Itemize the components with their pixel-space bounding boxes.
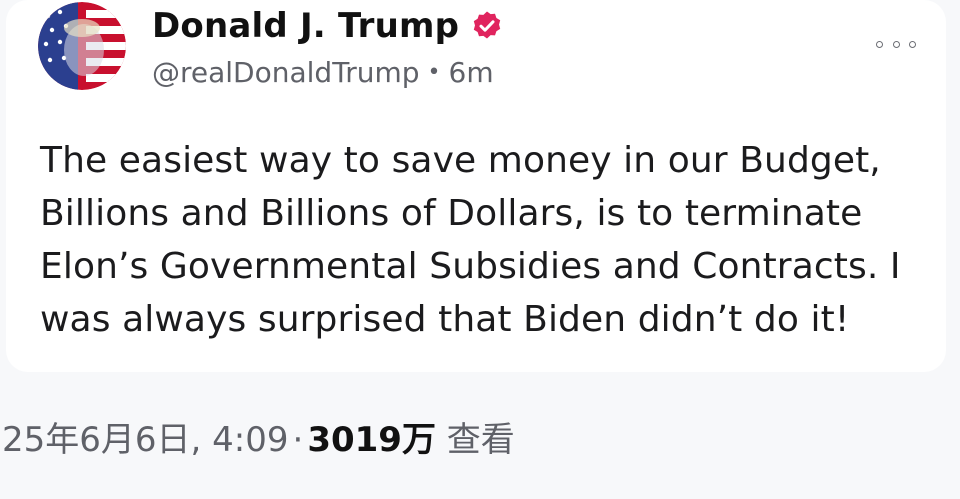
more-dot [892, 40, 900, 48]
author-handle[interactable]: @realDonaldTrump [152, 56, 420, 89]
footer-separator: · [292, 420, 304, 460]
author-meta-row: @realDonaldTrump • 6m [152, 56, 494, 89]
profile-avatar[interactable] [38, 2, 126, 90]
verified-badge-icon [473, 11, 501, 39]
post-card[interactable]: Donald J. Trump @realDonaldTrump • 6m The … [6, 0, 946, 372]
more-dot [876, 40, 883, 48]
meta-separator: • [427, 60, 441, 85]
more-options-icon[interactable] [876, 38, 916, 50]
views-label: 查看 [446, 420, 515, 460]
views-count: 3019万 [307, 420, 436, 460]
post-time-ago[interactable]: 6m [449, 56, 494, 89]
more-dot [909, 40, 916, 48]
avatar-image-icon [38, 2, 126, 90]
post-footer: 25年6月6日, 4:09 · 3019万 查看 [2, 412, 515, 461]
author-name-row[interactable]: Donald J. Trump [152, 6, 503, 46]
post-text: The easiest way to save money in our Bud… [40, 140, 901, 340]
post-timestamp[interactable]: 25年6月6日, 4:09 [2, 420, 289, 460]
author-display-name[interactable]: Donald J. Trump [152, 6, 459, 46]
